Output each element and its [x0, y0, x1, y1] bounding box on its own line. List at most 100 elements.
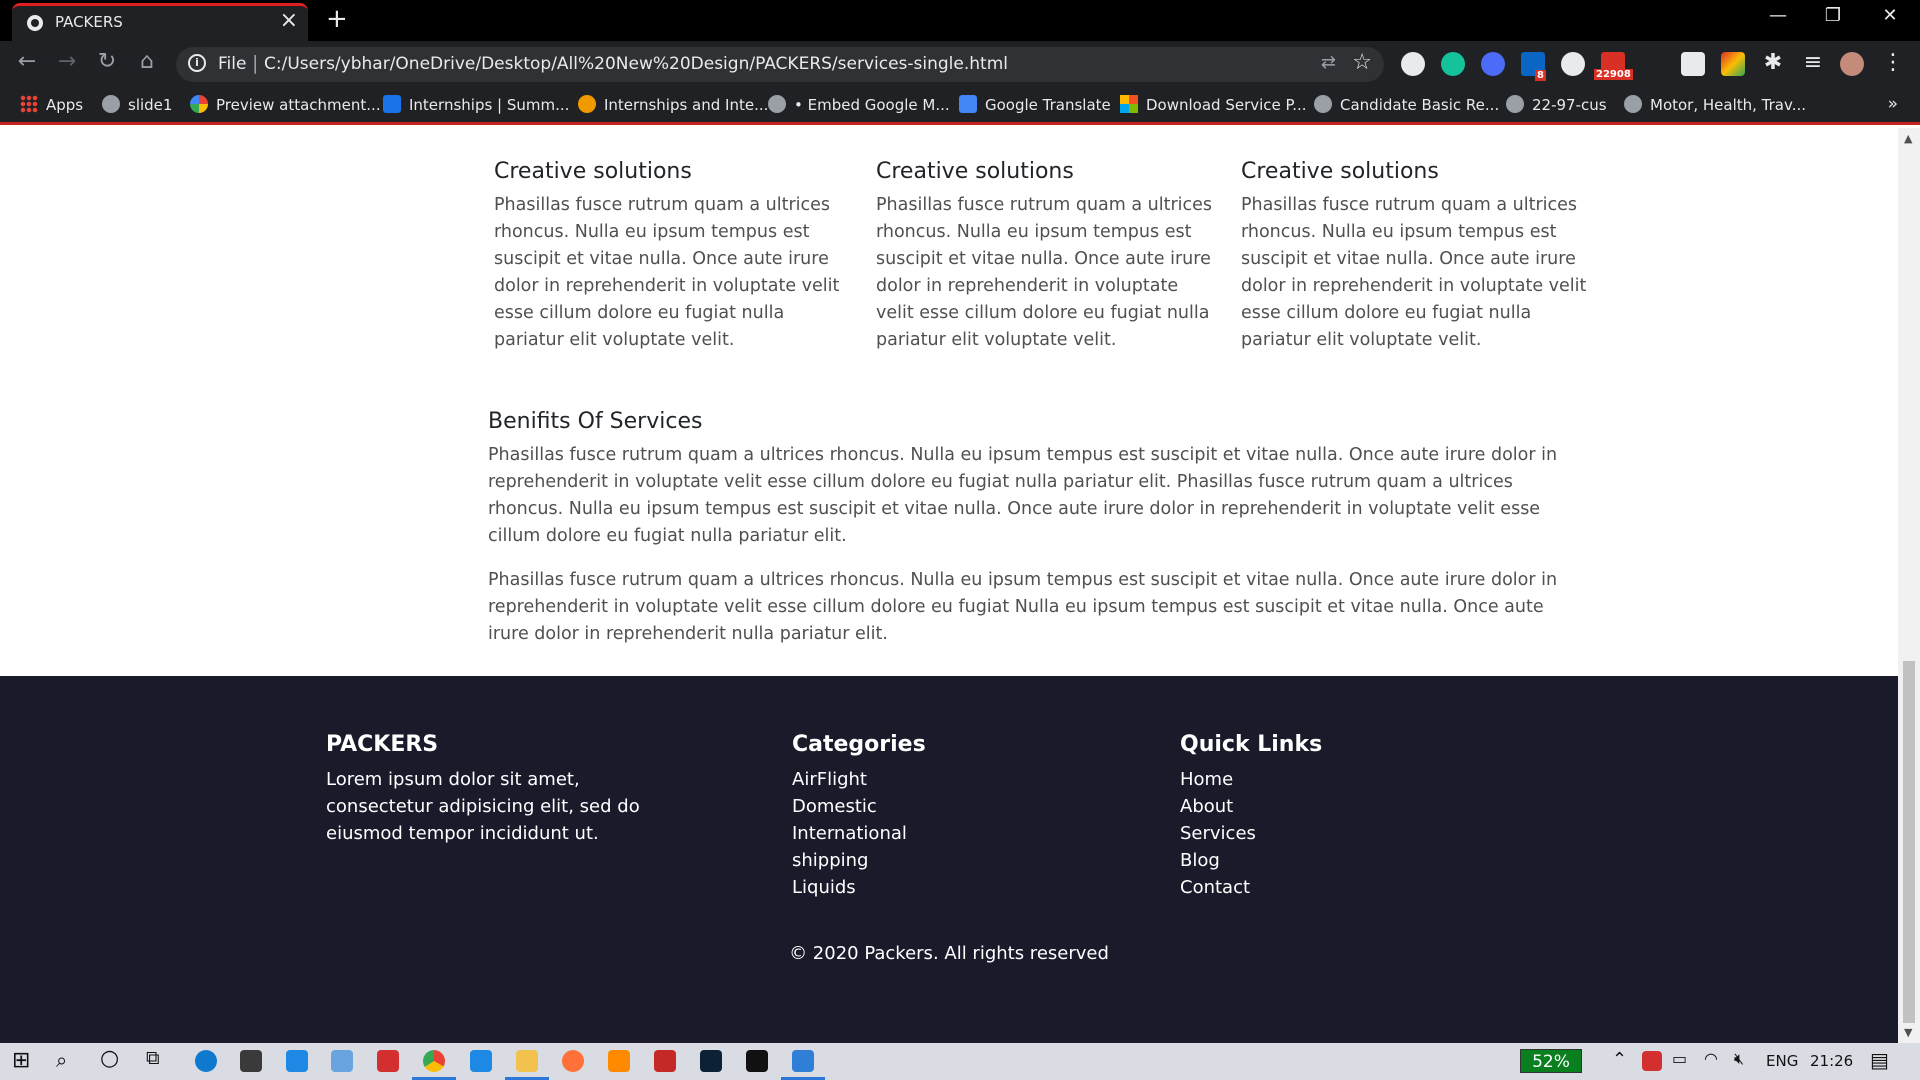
- bookmark-preview-attachment[interactable]: Preview attachment...: [190, 95, 381, 114]
- minimize-icon[interactable]: —: [1748, 5, 1808, 26]
- service-title: Creative solutions: [876, 159, 1074, 184]
- bookmark-internships-summ[interactable]: Internships | Summ...: [383, 95, 569, 114]
- bookmark-download-service[interactable]: Download Service P...: [1120, 95, 1307, 114]
- battery-percent-badge[interactable]: 52%: [1520, 1049, 1582, 1073]
- filezilla-icon[interactable]: [654, 1050, 676, 1072]
- google-icon: [190, 95, 208, 113]
- footer-categories-title: Categories: [792, 732, 926, 757]
- photos-icon[interactable]: [792, 1050, 814, 1072]
- copyright-text: © 2020 Packers. All rights reserved: [789, 943, 1109, 964]
- vscode-icon[interactable]: [470, 1050, 492, 1072]
- grammarly-icon[interactable]: [1441, 52, 1465, 76]
- apps-grid-icon: [20, 95, 38, 113]
- footer-quick-link[interactable]: Home: [1180, 766, 1480, 793]
- wifi-icon[interactable]: ◠: [1704, 1049, 1718, 1068]
- globe-icon: [1624, 95, 1642, 113]
- translate-icon[interactable]: ⇄: [1321, 52, 1336, 73]
- bookmark-star-icon[interactable]: ☆: [1352, 50, 1372, 75]
- globe-icon: [102, 95, 120, 113]
- file-explorer-icon[interactable]: [516, 1050, 538, 1072]
- bookmark-apps[interactable]: Apps: [20, 95, 83, 114]
- restore-icon[interactable]: ❐: [1803, 5, 1863, 26]
- back-icon[interactable]: ←: [12, 49, 42, 74]
- download-app-icon[interactable]: [377, 1050, 399, 1072]
- footer-quick-link[interactable]: Blog: [1180, 847, 1480, 874]
- bookmark-candidate-basic[interactable]: Candidate Basic Re...: [1314, 95, 1499, 114]
- bookmark-22-97-cus[interactable]: 22-97-cus: [1506, 95, 1607, 114]
- site-footer: PACKERS Lorem ipsum dolor sit amet, cons…: [0, 676, 1898, 1043]
- new-tab-button[interactable]: +: [326, 4, 348, 34]
- address-bar[interactable]: i File | C:/Users/ybhar/OneDrive/Desktop…: [176, 47, 1384, 82]
- clock-time[interactable]: 21:26: [1810, 1052, 1853, 1070]
- more-bookmarks-icon[interactable]: »: [1888, 94, 1898, 114]
- extension-circle-icon[interactable]: [1401, 52, 1425, 76]
- footer-quick-link[interactable]: Services: [1180, 820, 1480, 847]
- color-extension-icon[interactable]: [1721, 52, 1745, 76]
- edge-icon[interactable]: [195, 1050, 217, 1072]
- menu-kebab-icon[interactable]: ⋮: [1878, 50, 1908, 75]
- footer-quick-link[interactable]: About: [1180, 793, 1480, 820]
- footer-category-link[interactable]: Domestic: [792, 793, 1092, 820]
- service-title: Creative solutions: [1241, 159, 1439, 184]
- app-icon[interactable]: [331, 1050, 353, 1072]
- bookmark-slide1[interactable]: slide1: [102, 95, 172, 114]
- chevron-up-icon[interactable]: ⌃: [1612, 1049, 1627, 1070]
- footer-category-link[interactable]: International: [792, 820, 1092, 847]
- camera-icon[interactable]: [1681, 52, 1705, 76]
- bookmark-google-translate[interactable]: Google Translate: [959, 95, 1111, 114]
- is-icon: [383, 95, 401, 113]
- footer-categories: Categories AirFlight Domestic Internatio…: [792, 732, 1092, 901]
- microsoft-icon: [1120, 95, 1138, 113]
- cortana-icon[interactable]: ○: [100, 1046, 119, 1071]
- footer-category-link[interactable]: AirFlight: [792, 766, 1092, 793]
- browser-tab[interactable]: PACKERS ×: [12, 3, 308, 41]
- speed-icon[interactable]: [1561, 52, 1585, 76]
- home-icon[interactable]: ⌂: [132, 49, 162, 74]
- service-text: Phasillas fusce rutrum quam a ultrices r…: [494, 195, 840, 350]
- profile-avatar[interactable]: [1840, 52, 1864, 76]
- browser-tab-strip: PACKERS × + — ❐ ✕: [0, 0, 1920, 41]
- footer-category-link[interactable]: Liquids: [792, 874, 1092, 901]
- close-tab-icon[interactable]: ×: [280, 8, 298, 33]
- sublime-icon[interactable]: [608, 1050, 630, 1072]
- extensions-puzzle-icon[interactable]: ✱: [1758, 50, 1788, 75]
- footer-category-link[interactable]: shipping: [792, 847, 1092, 874]
- footer-brand-title: PACKERS: [326, 732, 439, 757]
- footer-quick-links: Quick Links Home About Services Blog Con…: [1180, 732, 1480, 901]
- notifications-icon[interactable]: ▤: [1870, 1048, 1889, 1072]
- windows-start-icon[interactable]: ⊞: [12, 1048, 30, 1073]
- battery-icon[interactable]: ▭: [1672, 1049, 1687, 1068]
- reload-icon[interactable]: ↻: [92, 49, 122, 74]
- footer-quick-link[interactable]: Contact: [1180, 874, 1480, 901]
- forward-icon[interactable]: →: [52, 49, 82, 74]
- volume-muted-icon[interactable]: 🔇︎: [1734, 1049, 1744, 1069]
- store-icon[interactable]: [240, 1050, 262, 1072]
- info-icon[interactable]: i: [188, 54, 206, 72]
- netflix-icon[interactable]: [746, 1050, 768, 1072]
- reading-list-icon[interactable]: ≡: [1798, 50, 1828, 75]
- bookmark-internships-inte[interactable]: Internships and Inte...: [578, 95, 768, 114]
- service-card: Creative solutions Phasillas fusce rutru…: [876, 159, 1220, 354]
- mail-app-icon[interactable]: [286, 1050, 308, 1072]
- translate-icon: [959, 95, 977, 113]
- page-content: Creative solutions Phasillas fusce rutru…: [0, 128, 1898, 676]
- page-scrollbar[interactable]: ▲ ▼: [1898, 128, 1920, 1043]
- windows-taskbar: ⊞ ⌕ ○ ⧉ 52% ⌃ ▭ ◠ 🔇︎ ENG 21:26 ▤: [0, 1043, 1920, 1080]
- search-icon[interactable]: ⌕: [56, 1048, 67, 1072]
- scroll-down-icon[interactable]: ▼: [1904, 1026, 1912, 1039]
- close-window-icon[interactable]: ✕: [1860, 5, 1920, 26]
- task-view-icon[interactable]: ⧉: [146, 1047, 160, 1069]
- bookmark-motor-health[interactable]: Motor, Health, Trav...: [1624, 95, 1806, 114]
- bookmark-embed-google[interactable]: • Embed Google M...: [768, 95, 950, 114]
- tray-app-icon[interactable]: [1642, 1051, 1662, 1071]
- service-card: Creative solutions Phasillas fusce rutru…: [1241, 159, 1587, 354]
- chrome-icon[interactable]: [423, 1050, 445, 1072]
- scrollbar-thumb[interactable]: [1903, 661, 1915, 1023]
- url-separator: |: [252, 52, 259, 74]
- scroll-up-icon[interactable]: ▲: [1904, 132, 1912, 145]
- url-text[interactable]: C:/Users/ybhar/OneDrive/Desktop/All%20Ne…: [264, 54, 1008, 74]
- language-indicator[interactable]: ENG: [1766, 1052, 1798, 1070]
- firefox-icon[interactable]: [562, 1050, 584, 1072]
- extension-loop-icon[interactable]: [1481, 52, 1505, 76]
- photoshop-icon[interactable]: [700, 1050, 722, 1072]
